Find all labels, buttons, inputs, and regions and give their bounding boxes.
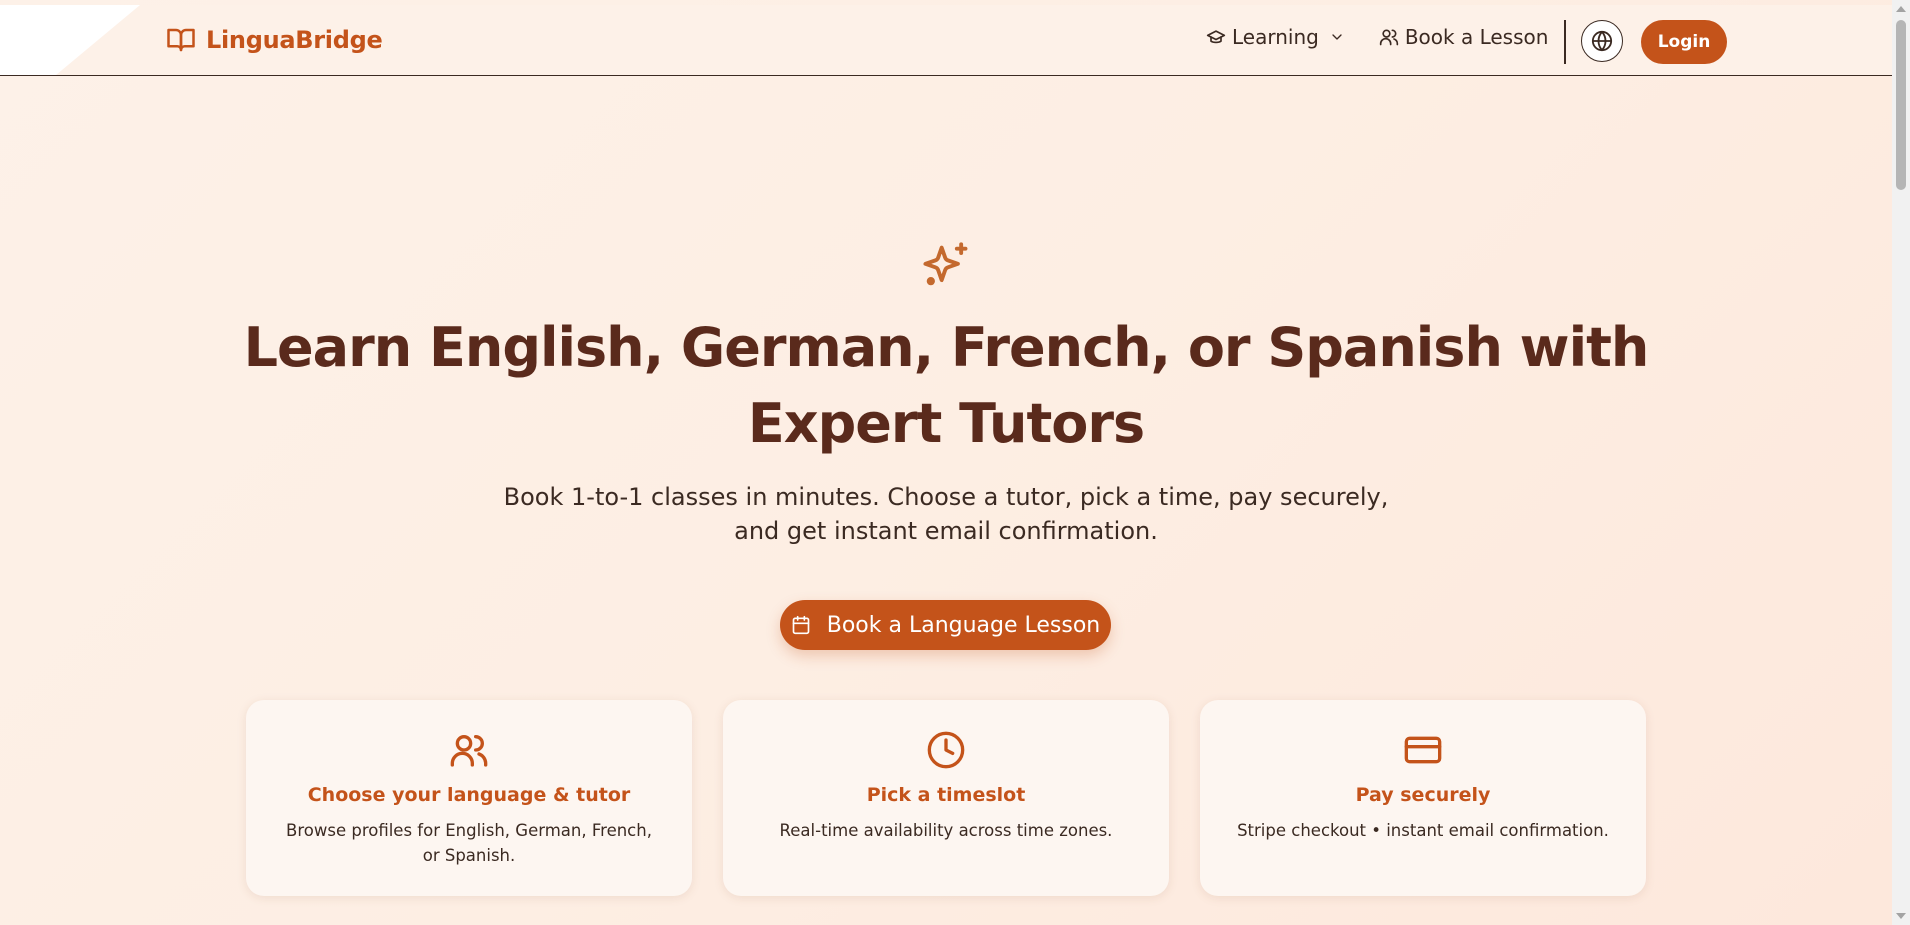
feature-title: Choose your language & tutor: [307, 784, 631, 806]
login-button[interactable]: Login: [1641, 20, 1727, 64]
vertical-scrollbar[interactable]: [1892, 0, 1910, 925]
calendar-icon: [792, 615, 810, 635]
page: LinguaBridge Learning Book a Lesson Logi…: [0, 0, 1892, 925]
users-icon: [450, 735, 488, 767]
brand-name: LinguaBridge: [206, 26, 383, 54]
nav-book-lesson-label: Book a Lesson: [1404, 25, 1549, 49]
clock-icon: [927, 731, 965, 769]
feature-description: Browse profiles for English, German, Fre…: [286, 821, 652, 865]
scrollbar-thumb[interactable]: [1896, 20, 1906, 190]
header-corner-decoration: [0, 5, 140, 75]
nav-divider: [1564, 20, 1566, 64]
cta-label: Book a Language Lesson: [826, 612, 1101, 638]
globe-icon: [1591, 30, 1613, 52]
brand-logo-link[interactable]: LinguaBridge: [166, 25, 383, 55]
scroll-up-arrow-icon[interactable]: [1896, 6, 1906, 12]
nav-learning-dropdown[interactable]: Learning: [1206, 25, 1345, 49]
nav-learning-label: Learning: [1232, 25, 1319, 49]
graduation-cap-icon: [1206, 30, 1226, 44]
chevron-down-icon: [1332, 34, 1342, 40]
feature-card-pay-securely: Pay securely Stripe checkout • instant e…: [1200, 700, 1646, 896]
open-book-icon: [167, 28, 195, 52]
credit-card-icon: [1404, 736, 1442, 764]
book-language-lesson-button[interactable]: Book a Language Lesson: [780, 600, 1111, 650]
hero-title: Learn English, German, French, or Spanis…: [243, 316, 1650, 455]
top-navbar: LinguaBridge Learning Book a Lesson Logi…: [0, 5, 1892, 76]
users-icon: [1379, 29, 1398, 46]
feature-description: Stripe checkout • instant email confirma…: [1237, 821, 1609, 840]
feature-card-pick-timeslot: Pick a timeslot Real-time availability a…: [723, 700, 1169, 896]
scroll-down-arrow-icon[interactable]: [1896, 913, 1906, 919]
hero-subtitle: Book 1-to-1 classes in minutes. Choose a…: [503, 483, 1389, 545]
language-switcher-button[interactable]: [1581, 20, 1623, 62]
feature-title: Pick a timeslot: [866, 784, 1026, 806]
nav-book-lesson-link[interactable]: Book a Lesson: [1379, 25, 1549, 49]
feature-description: Real-time availability across time zones…: [779, 821, 1113, 840]
feature-title: Pay securely: [1355, 784, 1491, 806]
sparkles-icon: [923, 242, 968, 286]
feature-card-choose-tutor: Choose your language & tutor Browse prof…: [246, 700, 692, 896]
main-nav: Learning Book a Lesson: [1206, 25, 1548, 49]
